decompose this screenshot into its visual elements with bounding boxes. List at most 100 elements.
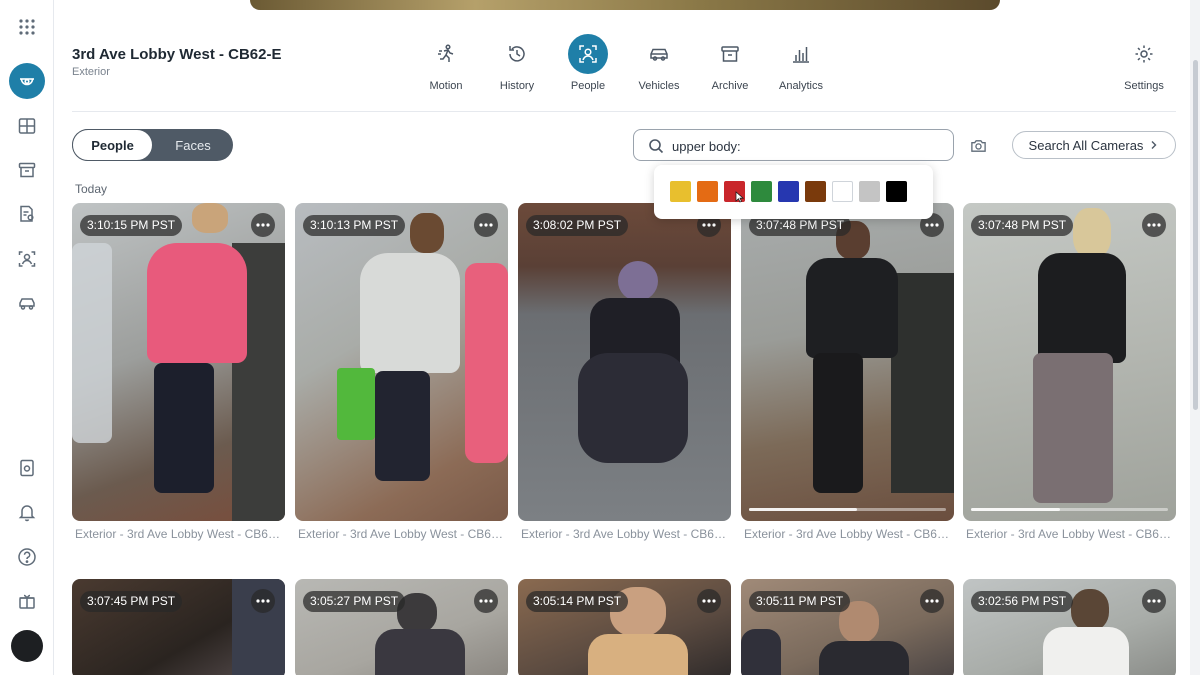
search-all-label: Search All Cameras [1028, 137, 1144, 153]
tab-vehicles[interactable]: Vehicles [624, 34, 694, 92]
result-thumbnail[interactable]: 3:10:13 PM PST [295, 203, 508, 521]
tab-people[interactable]: People [553, 34, 623, 92]
more-options-button[interactable] [697, 589, 721, 613]
more-options-button[interactable] [1142, 213, 1166, 237]
person-scan-icon[interactable] [9, 241, 45, 277]
device-settings-icon[interactable] [9, 450, 45, 486]
more-options-button[interactable] [251, 589, 275, 613]
tab-settings[interactable]: Settings [1109, 34, 1179, 92]
result-thumbnail[interactable]: 3:02:56 PM PST [963, 579, 1176, 675]
swatch-yellow[interactable] [670, 181, 691, 202]
search-all-cameras-button[interactable]: Search All Cameras [1012, 131, 1176, 159]
live-video-preview[interactable] [250, 0, 1000, 10]
dome-camera-icon[interactable] [9, 63, 45, 99]
timestamp-badge: 3:05:11 PM PST [749, 591, 851, 612]
tab-archive[interactable]: Archive [695, 34, 765, 92]
apps-grid-icon[interactable] [9, 9, 45, 45]
more-options-button[interactable] [474, 213, 498, 237]
layout-grid-icon[interactable] [9, 108, 45, 144]
archive-box-icon[interactable] [9, 152, 45, 188]
swatch-orange[interactable] [697, 181, 718, 202]
result-caption: Exterior - 3rd Ave Lobby West - CB62-E [966, 527, 1176, 541]
more-options-button[interactable] [251, 213, 275, 237]
swatch-black[interactable] [886, 181, 907, 202]
search-input[interactable] [672, 136, 942, 156]
result-thumbnail[interactable]: 3:05:27 PM PST [295, 579, 508, 675]
search-box [633, 129, 954, 161]
result-caption: Exterior - 3rd Ave Lobby West - CB62-E [521, 527, 731, 541]
more-dots-icon [1147, 599, 1161, 603]
avatar[interactable] [11, 630, 43, 662]
swatch-gray[interactable] [859, 181, 880, 202]
playback-progress[interactable] [971, 508, 1168, 511]
result-thumbnail[interactable]: 3:08:02 PM PST [518, 203, 731, 521]
timestamp-badge: 3:10:15 PM PST [80, 215, 183, 236]
more-dots-icon [256, 599, 270, 603]
tab-motion[interactable]: Motion [411, 34, 481, 92]
timestamp-badge: 3:05:27 PM PST [303, 591, 406, 612]
archive-box-icon [710, 34, 750, 74]
more-dots-icon [256, 223, 270, 227]
vehicle-icon[interactable] [9, 285, 45, 321]
playback-progress[interactable] [749, 508, 946, 511]
more-options-button[interactable] [1142, 589, 1166, 613]
swatch-brown[interactable] [805, 181, 826, 202]
tab-history[interactable]: History [482, 34, 552, 92]
color-picker-popup [654, 165, 933, 219]
tab-analytics-label: Analytics [778, 80, 824, 92]
scroll-thumb[interactable] [1193, 60, 1198, 410]
tab-analytics[interactable]: Analytics [766, 34, 836, 92]
left-rail [0, 0, 54, 675]
bar-chart-icon [781, 34, 821, 74]
camera-subtitle: Exterior [72, 66, 110, 78]
more-dots-icon [1147, 223, 1161, 227]
result-thumbnail[interactable]: 3:10:15 PM PST [72, 203, 285, 521]
camera-icon [970, 139, 986, 152]
tab-archive-label: Archive [711, 80, 749, 92]
more-dots-icon [479, 223, 493, 227]
toggle-people[interactable]: People [72, 129, 153, 161]
bell-icon[interactable] [9, 494, 45, 530]
chevron-right-icon [1151, 141, 1157, 149]
result-thumbnail[interactable]: 3:07:48 PM PST [963, 203, 1176, 521]
tab-vehicles-label: Vehicles [638, 80, 680, 92]
page-scrollbar[interactable] [1190, 0, 1200, 675]
people-faces-toggle: Faces People [72, 129, 233, 161]
more-dots-icon [925, 223, 939, 227]
tab-motion-label: Motion [429, 80, 463, 92]
history-clock-icon [497, 34, 537, 74]
result-thumbnail[interactable]: 3:05:14 PM PST [518, 579, 731, 675]
more-dots-icon [925, 599, 939, 603]
swatch-white[interactable] [832, 181, 853, 202]
more-options-button[interactable] [474, 589, 498, 613]
result-thumbnail[interactable]: 3:05:11 PM PST [741, 579, 954, 675]
report-search-icon[interactable] [9, 196, 45, 232]
swatch-blue[interactable] [778, 181, 799, 202]
header-divider [72, 111, 1176, 112]
timestamp-badge: 3:02:56 PM PST [971, 591, 1074, 612]
section-today: Today [75, 182, 108, 196]
toggle-faces[interactable]: Faces [153, 129, 233, 161]
more-dots-icon [702, 223, 716, 227]
playback-progress-fill [971, 508, 1060, 511]
more-dots-icon [479, 599, 493, 603]
playback-progress-fill [749, 508, 858, 511]
timestamp-badge: 3:07:48 PM PST [971, 215, 1074, 236]
gear-icon [1124, 34, 1164, 74]
tab-history-label: History [499, 80, 535, 92]
running-person-icon [426, 34, 466, 74]
result-caption: Exterior - 3rd Ave Lobby West - CB62-E [744, 527, 954, 541]
camera-search-button[interactable] [966, 134, 990, 156]
timestamp-badge: 3:07:45 PM PST [80, 591, 183, 612]
search-icon [649, 139, 664, 154]
more-options-button[interactable] [920, 589, 944, 613]
swatch-green[interactable] [751, 181, 772, 202]
help-icon[interactable] [9, 539, 45, 575]
car-icon [639, 34, 679, 74]
gift-box-icon[interactable] [9, 583, 45, 619]
result-caption: Exterior - 3rd Ave Lobby West - CB62-E [75, 527, 285, 541]
result-thumbnail[interactable]: 3:07:48 PM PST [741, 203, 954, 521]
person-scan-icon [568, 34, 608, 74]
result-thumbnail[interactable]: 3:07:45 PM PST [72, 579, 285, 675]
tab-people-label: People [570, 80, 606, 92]
